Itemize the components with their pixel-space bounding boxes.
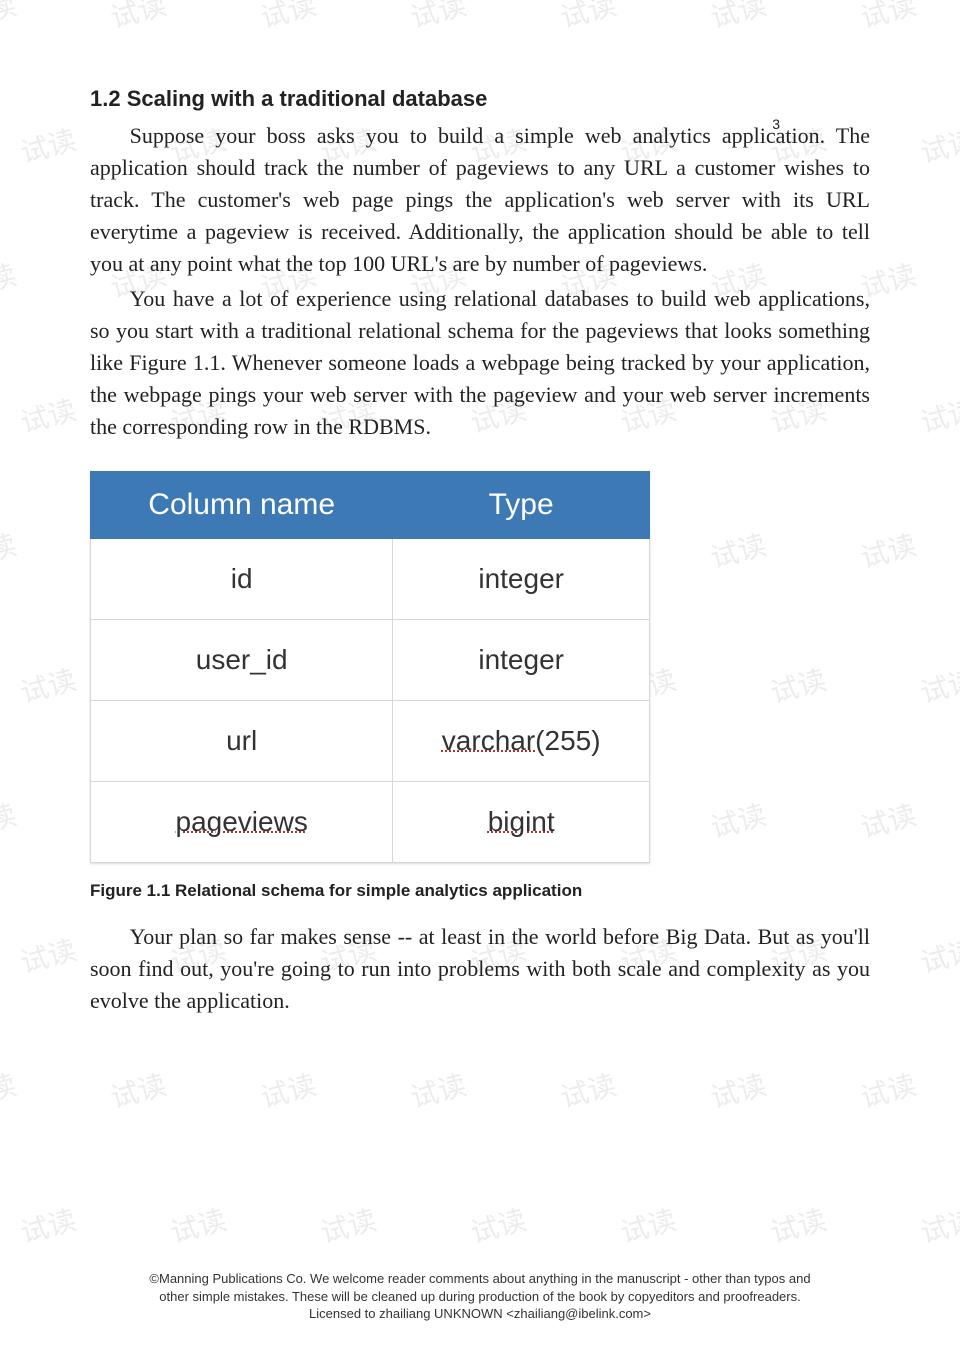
page-number: 3 <box>772 116 780 132</box>
col-header-type: Type <box>393 471 650 538</box>
table-row: user_idinteger <box>91 619 650 700</box>
table-row: idinteger <box>91 538 650 619</box>
watermark-text: 试读 <box>0 253 20 306</box>
schema-table: Column name Type idintegeruser_idinteger… <box>90 471 650 863</box>
watermark-text: 试读 <box>916 388 960 441</box>
figure-caption: Figure 1.1 Relational schema for simple … <box>90 881 870 901</box>
watermark-text: 试读 <box>16 388 80 441</box>
footer-line-1: ©Manning Publications Co. We welcome rea… <box>90 1270 870 1288</box>
cell-type: bigint <box>393 781 650 862</box>
cell-column-name: user_id <box>91 619 393 700</box>
watermark-text: 试读 <box>256 1063 320 1116</box>
watermark-text: 试读 <box>0 523 20 576</box>
watermark-text: 试读 <box>0 793 20 846</box>
watermark-text: 试读 <box>466 1198 530 1251</box>
table-row: pageviewsbigint <box>91 781 650 862</box>
watermark-text: 试读 <box>406 1063 470 1116</box>
watermark-text: 试读 <box>706 0 770 37</box>
watermark-text: 试读 <box>916 658 960 711</box>
watermark-text: 试读 <box>16 658 80 711</box>
watermark-text: 试读 <box>706 1063 770 1116</box>
paragraph-1: Suppose your boss asks you to build a si… <box>90 120 870 279</box>
watermark-text: 试读 <box>256 0 320 37</box>
table-row: urlvarchar(255) <box>91 700 650 781</box>
cell-column-name: pageviews <box>91 781 393 862</box>
section-title-text: Scaling with a traditional database <box>127 86 488 111</box>
watermark-text: 试读 <box>916 118 960 171</box>
watermark-text: 试读 <box>916 928 960 981</box>
watermark-text: 试读 <box>856 0 920 37</box>
watermark-text: 试读 <box>616 1198 680 1251</box>
watermark-text: 试读 <box>0 0 20 37</box>
watermark-text: 试读 <box>766 1198 830 1251</box>
watermark-text: 试读 <box>556 1063 620 1116</box>
section-number: 1.2 <box>90 86 121 111</box>
watermark-text: 试读 <box>16 118 80 171</box>
watermark-text: 试读 <box>0 1063 20 1116</box>
cell-type: integer <box>393 538 650 619</box>
footer-line-3: Licensed to zhailiang UNKNOWN <zhailiang… <box>90 1305 870 1323</box>
watermark-text: 试读 <box>316 1198 380 1251</box>
watermark-text: 试读 <box>16 1198 80 1251</box>
cell-column-name: url <box>91 700 393 781</box>
paragraph-3: Your plan so far makes sense -- at least… <box>90 921 870 1017</box>
cell-type: integer <box>393 619 650 700</box>
cell-column-name: id <box>91 538 393 619</box>
watermark-text: 试读 <box>556 0 620 37</box>
cell-type: varchar(255) <box>393 700 650 781</box>
watermark-text: 试读 <box>16 928 80 981</box>
col-header-name: Column name <box>91 471 393 538</box>
paragraph-2: You have a lot of experience using relat… <box>90 283 870 442</box>
watermark-text: 试读 <box>916 1198 960 1251</box>
watermark-text: 试读 <box>106 1063 170 1116</box>
watermark-text: 试读 <box>406 0 470 37</box>
section-heading: 1.2 Scaling with a traditional database <box>90 86 870 112</box>
watermark-text: 试读 <box>106 0 170 37</box>
figure-1-1: Column name Type idintegeruser_idinteger… <box>90 471 870 901</box>
watermark-text: 试读 <box>856 1063 920 1116</box>
table-header-row: Column name Type <box>91 471 650 538</box>
watermark-text: 试读 <box>166 1198 230 1251</box>
footer-line-2: other simple mistakes. These will be cle… <box>90 1288 870 1306</box>
footer: ©Manning Publications Co. We welcome rea… <box>90 1270 870 1323</box>
